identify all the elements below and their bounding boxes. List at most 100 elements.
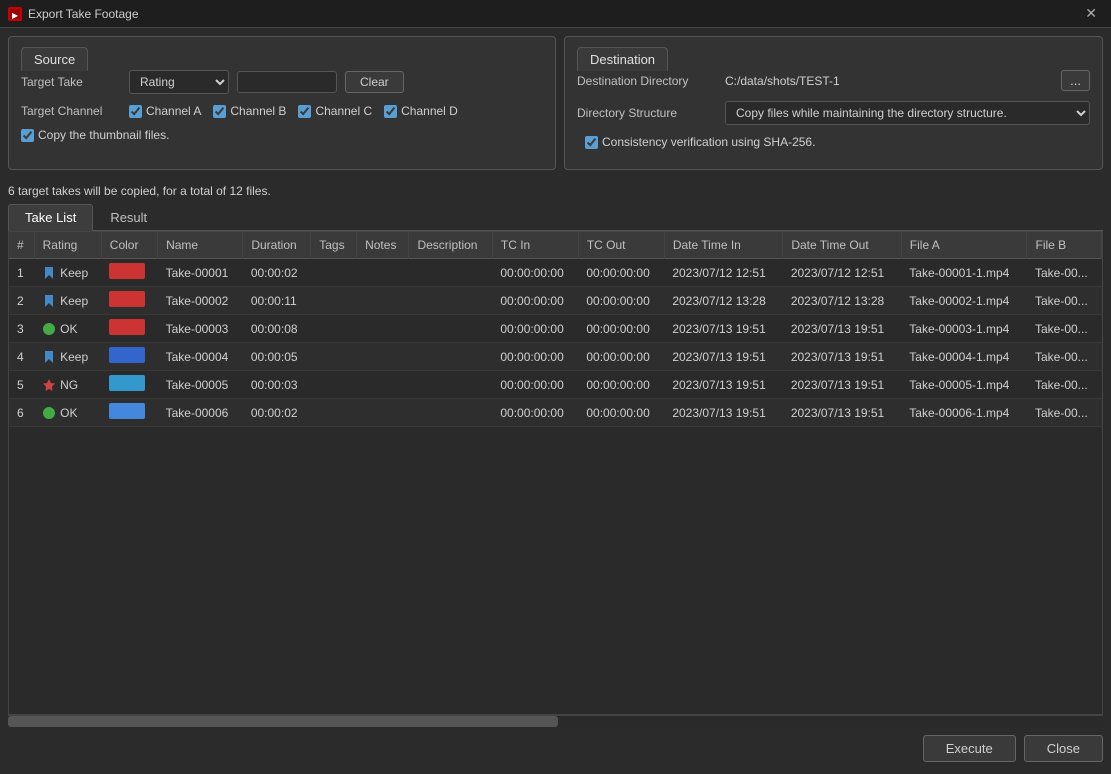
clear-button[interactable]: Clear bbox=[345, 71, 404, 93]
cell-tc-out: 00:00:00:00 bbox=[578, 259, 664, 287]
source-tab: Source bbox=[21, 47, 88, 71]
close-button[interactable]: Close bbox=[1024, 735, 1103, 762]
horizontal-scrollbar[interactable] bbox=[8, 715, 1103, 727]
bottom-bar: Execute Close bbox=[8, 727, 1103, 766]
cell-datetime-in: 2023/07/12 12:51 bbox=[664, 259, 782, 287]
cell-tc-out: 00:00:00:00 bbox=[578, 287, 664, 315]
table-row[interactable]: 3 OK Take-00003 00:00:08 00:00:00:00 00:… bbox=[9, 315, 1102, 343]
channel-a-checkbox[interactable] bbox=[129, 105, 142, 118]
table-row[interactable]: 2 Keep Take-00002 00:00:11 00:00:00:00 0… bbox=[9, 287, 1102, 315]
close-icon[interactable]: ✕ bbox=[1079, 3, 1103, 24]
main-content: Source Target Take Rating Clear Target C… bbox=[0, 28, 1111, 774]
title-bar: ▶ Export Take Footage ✕ bbox=[0, 0, 1111, 28]
execute-button[interactable]: Execute bbox=[923, 735, 1016, 762]
col-duration: Duration bbox=[243, 232, 311, 259]
cell-duration: 00:00:08 bbox=[243, 315, 311, 343]
col-tags: Tags bbox=[311, 232, 357, 259]
cell-tc-in: 00:00:00:00 bbox=[492, 399, 578, 427]
rating-select[interactable]: Rating bbox=[129, 70, 229, 94]
target-take-row: Target Take Rating Clear bbox=[21, 70, 543, 94]
cell-description bbox=[409, 287, 492, 315]
channel-a-item[interactable]: Channel A bbox=[129, 104, 201, 118]
rating-icon bbox=[42, 294, 56, 308]
rating-icon bbox=[42, 266, 56, 280]
browse-button[interactable]: ... bbox=[1061, 70, 1090, 91]
cell-tc-in: 00:00:00:00 bbox=[492, 259, 578, 287]
scrollbar-thumb bbox=[8, 716, 558, 727]
table-header-row: # Rating Color Name Duration Tags Notes … bbox=[9, 232, 1102, 259]
tabs-bar: Take List Result bbox=[8, 204, 1103, 231]
col-datetime-in: Date Time In bbox=[664, 232, 782, 259]
rating-icon bbox=[42, 378, 56, 392]
cell-name: Take-00001 bbox=[158, 259, 243, 287]
cell-datetime-out: 2023/07/12 13:28 bbox=[783, 287, 901, 315]
cell-datetime-out: 2023/07/12 12:51 bbox=[783, 259, 901, 287]
tab-take-list[interactable]: Take List bbox=[8, 204, 93, 231]
color-swatch bbox=[109, 403, 145, 419]
table-row[interactable]: 6 OK Take-00006 00:00:02 00:00:00:00 00:… bbox=[9, 399, 1102, 427]
table-row[interactable]: 5 NG Take-00005 00:00:03 00:00:00:00 00:… bbox=[9, 371, 1102, 399]
cell-tc-in: 00:00:00:00 bbox=[492, 343, 578, 371]
channel-c-checkbox[interactable] bbox=[298, 105, 311, 118]
color-swatch bbox=[109, 291, 145, 307]
copy-thumbnail-checkbox[interactable] bbox=[21, 129, 34, 142]
table-row[interactable]: 1 Keep Take-00001 00:00:02 00:00:00:00 0… bbox=[9, 259, 1102, 287]
cell-color bbox=[101, 343, 157, 371]
cell-num: 4 bbox=[9, 343, 34, 371]
target-take-label: Target Take bbox=[21, 75, 121, 89]
copy-thumbnail-label: Copy the thumbnail files. bbox=[38, 128, 169, 142]
cell-tags bbox=[311, 371, 357, 399]
consistency-checkbox[interactable] bbox=[585, 136, 598, 149]
rating-text: Keep bbox=[60, 294, 88, 308]
status-text: 6 target takes will be copied, for a tot… bbox=[8, 178, 1103, 204]
tab-result[interactable]: Result bbox=[93, 204, 164, 230]
cell-file-a: Take-00006-1.mp4 bbox=[901, 399, 1027, 427]
cell-color bbox=[101, 287, 157, 315]
consistency-item[interactable]: Consistency verification using SHA-256. bbox=[585, 135, 815, 149]
cell-notes bbox=[357, 371, 409, 399]
dir-structure-row: Directory Structure Copy files while mai… bbox=[577, 101, 1090, 125]
channel-c-item[interactable]: Channel C bbox=[298, 104, 372, 118]
color-swatch bbox=[109, 263, 145, 279]
channel-d-checkbox[interactable] bbox=[384, 105, 397, 118]
channel-c-label: Channel C bbox=[315, 104, 372, 118]
cell-name: Take-00006 bbox=[158, 399, 243, 427]
cell-duration: 00:00:02 bbox=[243, 259, 311, 287]
copy-thumbnail-row: Copy the thumbnail files. bbox=[21, 128, 543, 142]
cell-color bbox=[101, 315, 157, 343]
channel-b-item[interactable]: Channel B bbox=[213, 104, 286, 118]
cell-notes bbox=[357, 259, 409, 287]
cell-duration: 00:00:03 bbox=[243, 371, 311, 399]
copy-thumbnail-item[interactable]: Copy the thumbnail files. bbox=[21, 128, 169, 142]
cell-num: 1 bbox=[9, 259, 34, 287]
table-container[interactable]: # Rating Color Name Duration Tags Notes … bbox=[8, 231, 1103, 715]
cell-file-b: Take-00... bbox=[1027, 343, 1102, 371]
cell-description bbox=[409, 259, 492, 287]
rating-text: OK bbox=[60, 406, 77, 420]
col-color: Color bbox=[101, 232, 157, 259]
cell-file-b: Take-00... bbox=[1027, 315, 1102, 343]
cell-file-a: Take-00004-1.mp4 bbox=[901, 343, 1027, 371]
table-row[interactable]: 4 Keep Take-00004 00:00:05 00:00:00:00 0… bbox=[9, 343, 1102, 371]
rating-icon bbox=[42, 322, 56, 336]
cell-description bbox=[409, 315, 492, 343]
cell-notes bbox=[357, 315, 409, 343]
cell-rating: OK bbox=[34, 399, 101, 427]
rating-icon bbox=[42, 350, 56, 364]
cell-tags bbox=[311, 259, 357, 287]
channel-checkboxes: Channel A Channel B Channel C Channel D bbox=[129, 104, 458, 118]
svg-text:▶: ▶ bbox=[12, 11, 19, 19]
dir-structure-select[interactable]: Copy files while maintaining the directo… bbox=[725, 101, 1090, 125]
cell-file-a: Take-00002-1.mp4 bbox=[901, 287, 1027, 315]
cell-color bbox=[101, 259, 157, 287]
channel-b-checkbox[interactable] bbox=[213, 105, 226, 118]
channel-d-item[interactable]: Channel D bbox=[384, 104, 458, 118]
channel-b-label: Channel B bbox=[230, 104, 286, 118]
destination-tab: Destination bbox=[577, 47, 668, 71]
cell-num: 3 bbox=[9, 315, 34, 343]
dir-structure-label: Directory Structure bbox=[577, 106, 717, 120]
channel-a-label: Channel A bbox=[146, 104, 201, 118]
title-bar-left: ▶ Export Take Footage bbox=[8, 7, 139, 21]
dest-dir-label: Destination Directory bbox=[577, 74, 717, 88]
cell-file-b: Take-00... bbox=[1027, 371, 1102, 399]
